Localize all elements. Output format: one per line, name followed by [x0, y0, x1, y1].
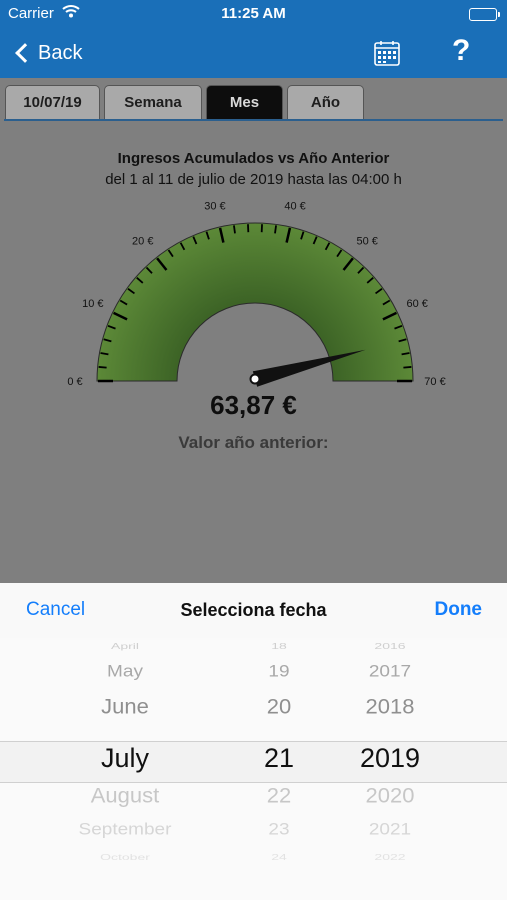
day-option[interactable]: 20: [240, 695, 318, 720]
current-value: 63,87 €: [210, 390, 297, 420]
date-picker-sheet: Cancel Selecciona fecha Done April May Jun…: [0, 583, 507, 900]
chevron-left-icon: [15, 43, 35, 63]
year-option[interactable]: 2021: [320, 821, 460, 840]
gauge-tick-label: 40 €: [284, 201, 305, 213]
day-option[interactable]: 24: [240, 852, 318, 862]
month-option[interactable]: June: [30, 695, 220, 720]
main-content: 10/07/19 Semana Mes Año Ingresos Acumula…: [0, 78, 507, 583]
chart-title: Ingresos Acumulados vs Año Anterior: [117, 150, 390, 167]
day-selected[interactable]: 21: [240, 743, 318, 774]
month-option[interactable]: October: [30, 852, 220, 862]
status-time: 11:25 AM: [221, 5, 286, 22]
month-wheel[interactable]: April May June July August September October: [30, 638, 220, 900]
back-button[interactable]: Back: [14, 38, 82, 68]
day-wheel[interactable]: 18 19 20 21 22 23 24: [240, 638, 318, 900]
day-option[interactable]: 18: [240, 641, 318, 651]
gauge-minor-tick: [274, 225, 277, 234]
previous-year-label: Valor año anterior:: [178, 433, 329, 452]
gauge-needle-hub: [249, 373, 261, 385]
month-option[interactable]: April: [30, 641, 220, 651]
picker-title: Selecciona fecha: [180, 600, 327, 620]
gauge-minor-tick: [98, 366, 107, 369]
status-bar: Carrier 11:25 AM: [0, 0, 507, 28]
date-picker[interactable]: April May June July August September October 1…: [0, 638, 507, 900]
chart-subtitle: del 1 al 11 de julio de 2019 hasta las 0…: [105, 171, 402, 188]
year-option[interactable]: 2016: [320, 641, 460, 651]
done-button[interactable]: Done: [435, 599, 483, 621]
back-label: Back: [38, 41, 83, 64]
help-icon[interactable]: ?: [452, 34, 470, 68]
year-option[interactable]: 2022: [320, 852, 460, 862]
day-option[interactable]: 19: [240, 663, 318, 682]
income-gauge: 0 € 10 € 20 € 30 € 40 € 50 € 60 € 70 €: [67, 201, 445, 388]
year-selected[interactable]: 2019: [320, 743, 460, 774]
month-option[interactable]: May: [30, 663, 220, 682]
gauge-tick-label: 70 €: [424, 376, 445, 388]
nav-bar: Back ?: [0, 28, 507, 78]
tab-year[interactable]: Año: [287, 85, 364, 119]
period-tabs: 10/07/19 Semana Mes Año: [5, 85, 364, 119]
month-option[interactable]: September: [30, 821, 220, 840]
tab-week[interactable]: Semana: [104, 85, 202, 119]
picker-toolbar: Cancel Selecciona fecha Done: [0, 583, 507, 638]
gauge-tick-label: 60 €: [406, 298, 427, 310]
year-option[interactable]: 2017: [320, 663, 460, 682]
year-wheel[interactable]: 2016 2017 2018 2019 2020 2021 2022: [320, 638, 460, 900]
month-selected[interactable]: July: [30, 743, 220, 774]
gauge-tick-label: 50 €: [357, 235, 378, 247]
tab-underline: [4, 119, 503, 121]
gauge-minor-tick: [403, 366, 412, 369]
month-option[interactable]: August: [30, 784, 220, 809]
day-option[interactable]: 23: [240, 821, 318, 840]
gauge-tick-label: 0 €: [67, 376, 82, 388]
day-option[interactable]: 22: [240, 784, 318, 809]
gauge-minor-tick: [233, 225, 236, 234]
calendar-icon[interactable]: [374, 40, 400, 66]
gauge-tick-label: 10 €: [82, 298, 103, 310]
tab-month[interactable]: Mes: [206, 85, 283, 119]
year-option[interactable]: 2020: [320, 784, 460, 809]
year-option[interactable]: 2018: [320, 695, 460, 720]
gauge-tick-label: 30 €: [204, 201, 225, 213]
tab-date[interactable]: 10/07/19: [5, 85, 100, 119]
gauge-tick-label: 20 €: [132, 235, 153, 247]
battery-icon: [469, 8, 500, 21]
